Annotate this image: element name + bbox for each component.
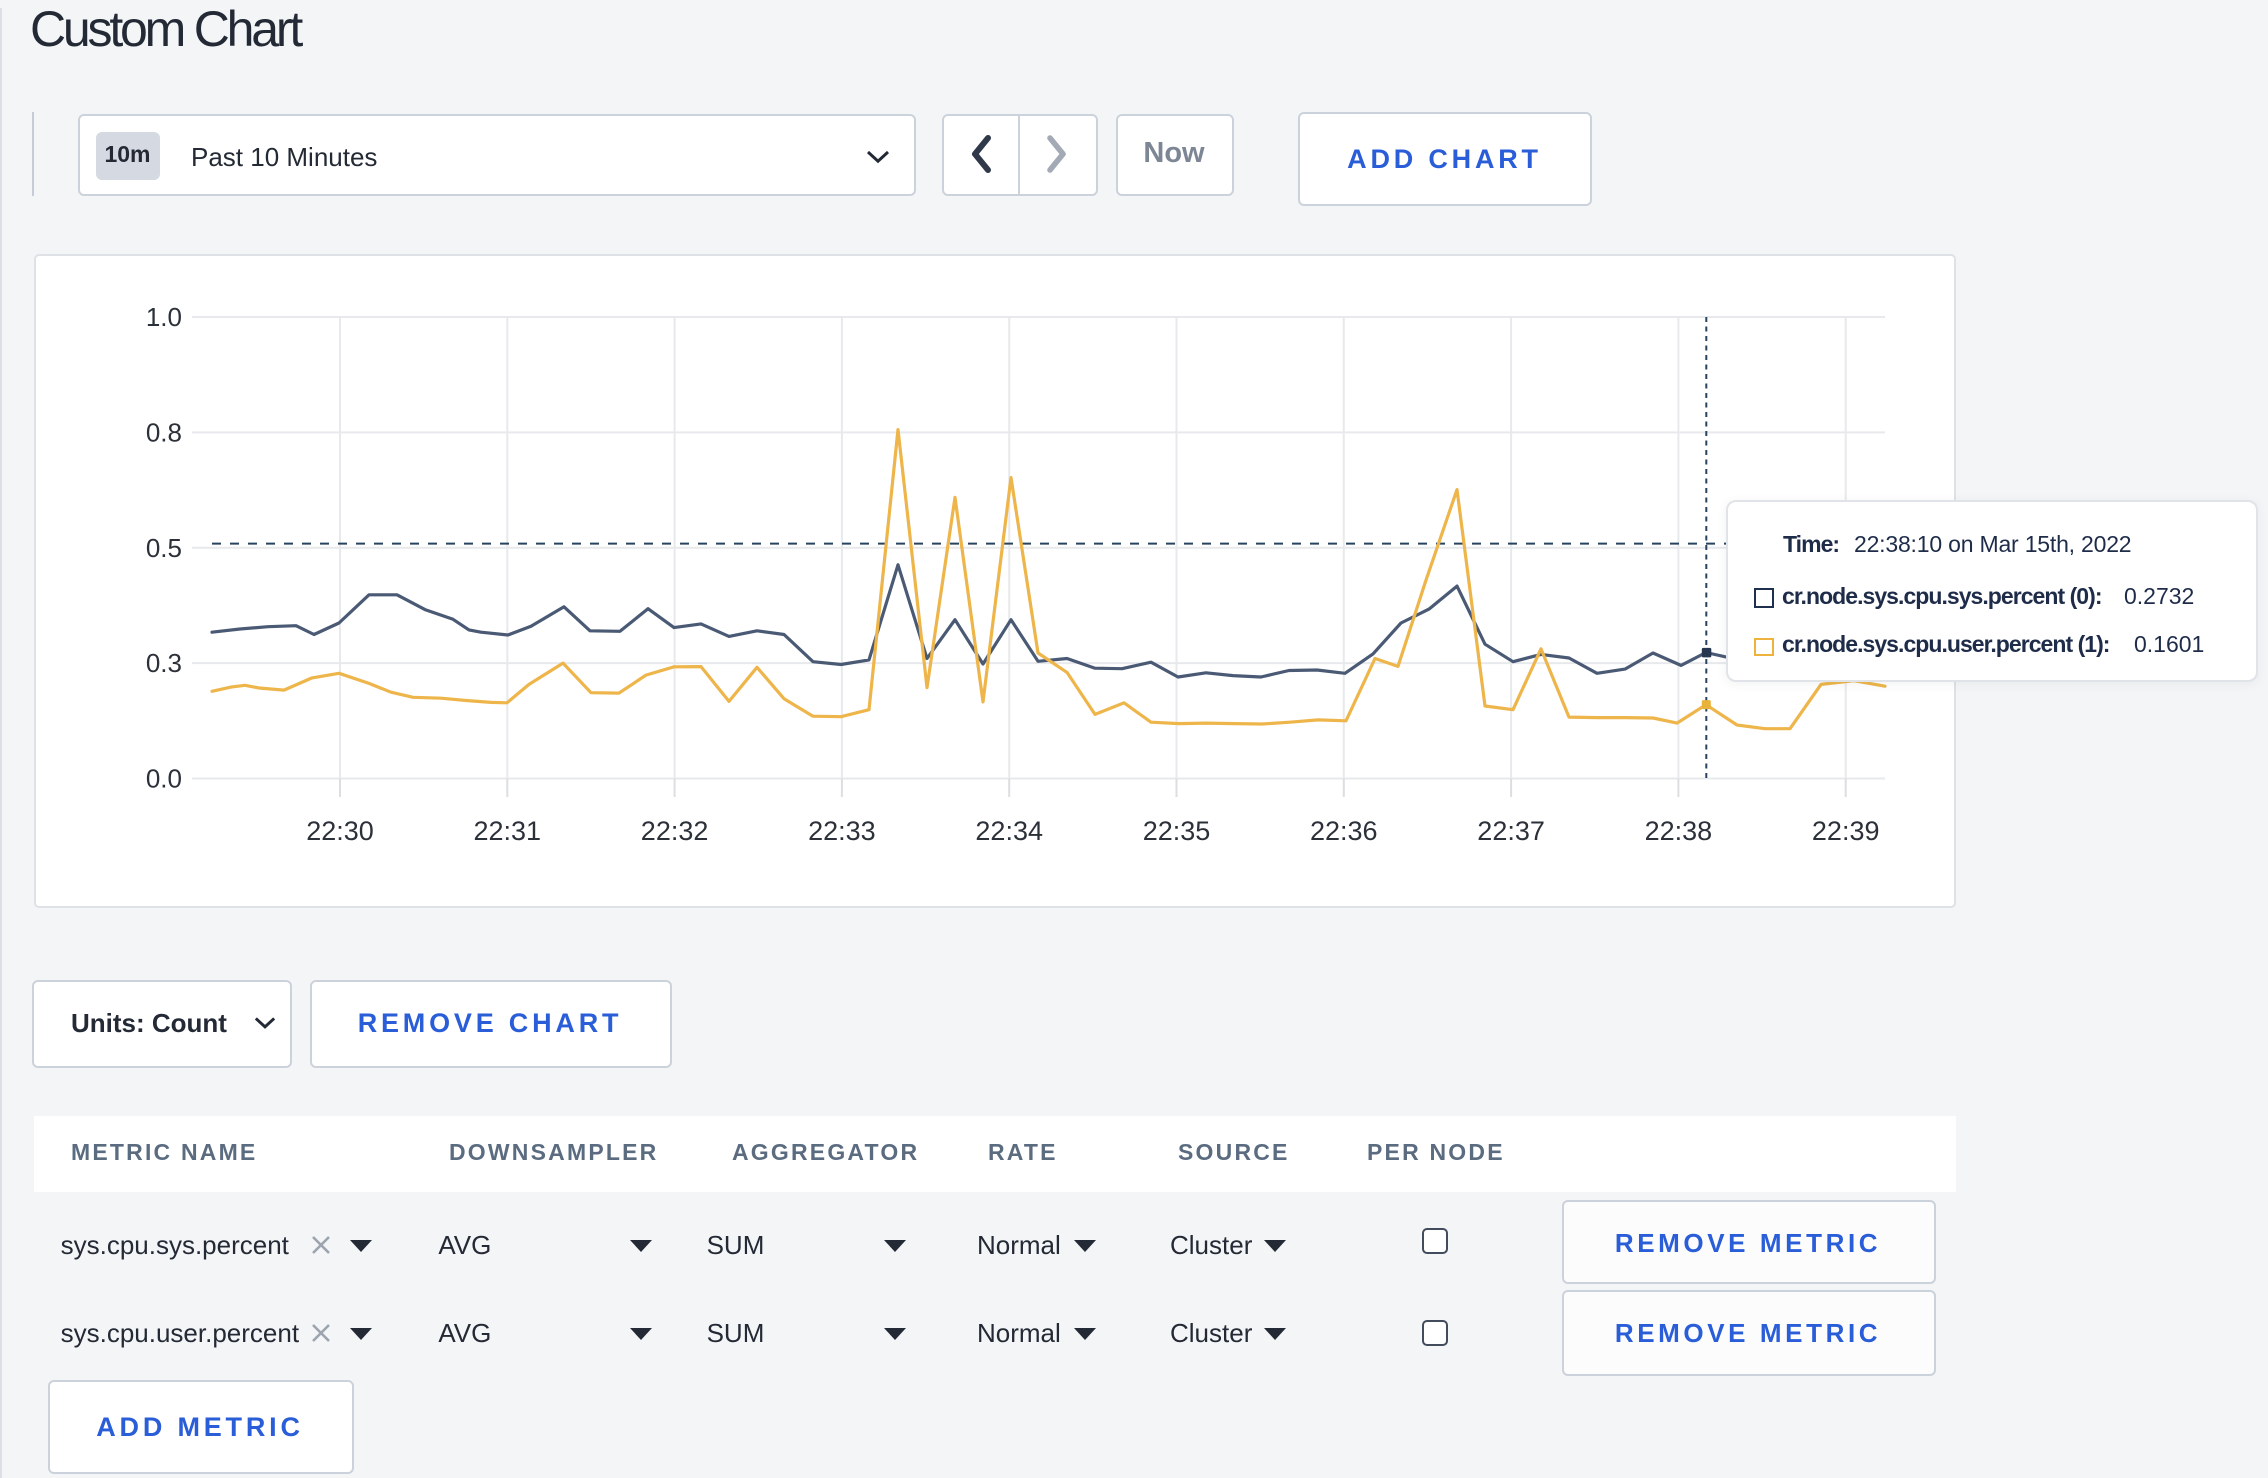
svg-text:22:35: 22:35 — [1142, 815, 1210, 845]
svg-text:1.0: 1.0 — [145, 301, 181, 331]
svg-text:22:31: 22:31 — [473, 815, 541, 845]
svg-text:22:34: 22:34 — [974, 815, 1042, 845]
svg-text:22:33: 22:33 — [807, 815, 875, 845]
svg-text:0.3: 0.3 — [145, 647, 181, 677]
svg-text:0.5: 0.5 — [145, 532, 181, 562]
svg-text:0.0: 0.0 — [145, 763, 181, 793]
svg-text:22:39: 22:39 — [1811, 815, 1879, 845]
svg-text:22:37: 22:37 — [1476, 815, 1544, 845]
svg-text:22:30: 22:30 — [305, 815, 373, 845]
svg-text:22:36: 22:36 — [1309, 815, 1377, 845]
svg-text:0.8: 0.8 — [145, 416, 181, 446]
svg-text:22:38: 22:38 — [1644, 815, 1712, 845]
svg-text:22:32: 22:32 — [640, 815, 708, 845]
